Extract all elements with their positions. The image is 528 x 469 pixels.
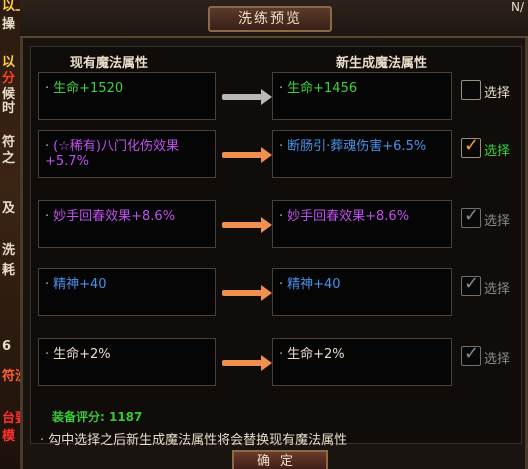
top-right-text: N/ xyxy=(510,0,524,14)
arrow-right-icon xyxy=(222,89,272,105)
checkmark-icon: ✓ xyxy=(464,135,480,156)
side-text: 耗 xyxy=(2,263,16,278)
bullet-icon: · xyxy=(45,209,50,224)
side-text: 候 xyxy=(2,87,16,102)
current-attribute-text: 生命+2% xyxy=(53,347,111,362)
new-attribute-text: 生命+2% xyxy=(287,347,345,362)
select-label: 选择 xyxy=(484,282,511,297)
new-attribute-slot: · 断肠引·葬魂伤害+6.5% xyxy=(272,130,452,178)
side-text: 符 xyxy=(2,135,16,150)
current-attribute-text: 精神+40 xyxy=(53,277,107,292)
footer-note: · 勾中选择之后新生成魔法属性将会替换现有魔法属性 xyxy=(40,429,347,448)
new-attribute-slot: · 精神+40 xyxy=(272,268,452,316)
side-text: 操 xyxy=(2,17,16,32)
select-checkbox: ✓ xyxy=(461,343,481,366)
new-attributes-header: 新生成魔法属性 xyxy=(336,56,428,71)
bullet-icon: · xyxy=(279,209,284,224)
new-attribute-slot: · 生命+2% xyxy=(272,338,452,386)
side-text: 6 xyxy=(2,339,12,354)
select-label[interactable]: 选择 xyxy=(484,82,510,101)
select-checkbox[interactable] xyxy=(461,80,481,100)
dialog-title: 洗练预览 xyxy=(208,6,332,32)
arrow-right-icon xyxy=(222,217,272,233)
side-text: 以 xyxy=(2,55,16,70)
current-attribute-text: 妙手回春效果+8.6% xyxy=(53,209,176,224)
checkmark-icon: ✓ xyxy=(464,273,480,294)
select-label: 选择 xyxy=(484,214,511,229)
new-attribute-text: 精神+40 xyxy=(287,277,341,292)
select-checkbox[interactable]: ✓ xyxy=(461,135,481,158)
select-checkbox: ✓ xyxy=(461,273,481,296)
confirm-button[interactable]: 确定 xyxy=(232,450,328,469)
new-attribute-text: 断肠引·葬魂伤害+6.5% xyxy=(287,139,427,154)
current-attribute-text: (☆稀有)八门化伤效果+5.7% xyxy=(45,139,179,169)
arrow-right-icon xyxy=(222,285,272,301)
current-attributes-header: 现有魔法属性 xyxy=(70,56,149,71)
bullet-icon: · xyxy=(45,347,50,362)
arrow-right-icon xyxy=(222,355,272,371)
bullet-icon: · xyxy=(279,347,284,362)
checkmark-icon: ✓ xyxy=(464,343,480,364)
new-attribute-text: 妙手回春效果+8.6% xyxy=(287,209,410,224)
checkmark-icon: ✓ xyxy=(464,205,480,226)
new-attribute-text: 生命+1456 xyxy=(287,81,358,96)
select-checkbox: ✓ xyxy=(461,205,481,228)
select-label: 选择 xyxy=(484,352,511,367)
side-text: 模 xyxy=(2,429,16,444)
new-attribute-slot: · 妙手回春效果+8.6% xyxy=(272,200,452,248)
note-bullet-icon: · xyxy=(40,433,45,448)
current-attribute-text: 生命+1520 xyxy=(53,81,124,96)
side-text: 洗 xyxy=(2,243,16,258)
bullet-icon: · xyxy=(279,277,284,292)
current-attribute-slot: · (☆稀有)八门化伤效果+5.7% xyxy=(38,130,216,178)
current-attribute-slot: · 生命+1520 xyxy=(38,72,216,120)
side-text: 分 xyxy=(2,71,16,86)
current-attribute-slot: · 生命+2% xyxy=(38,338,216,386)
select-label[interactable]: 选择 xyxy=(484,140,510,159)
bullet-icon: · xyxy=(45,139,50,154)
side-text: 时 xyxy=(2,101,16,116)
current-attribute-slot: · 妙手回春效果+8.6% xyxy=(38,200,216,248)
arrow-right-icon xyxy=(222,147,272,163)
equipment-score: 装备评分: 1187 xyxy=(52,410,143,424)
bullet-icon: · xyxy=(45,277,50,292)
bullet-icon: · xyxy=(45,81,50,96)
bullet-icon: · xyxy=(279,139,284,154)
side-text: 之 xyxy=(2,151,16,166)
side-text: 及 xyxy=(2,201,16,216)
bullet-icon: · xyxy=(279,81,284,96)
current-attribute-slot: · 精神+40 xyxy=(38,268,216,316)
new-attribute-slot: · 生命+1456 xyxy=(272,72,452,120)
footer-note-text: 勾中选择之后新生成魔法属性将会替换现有魔法属性 xyxy=(48,433,348,448)
